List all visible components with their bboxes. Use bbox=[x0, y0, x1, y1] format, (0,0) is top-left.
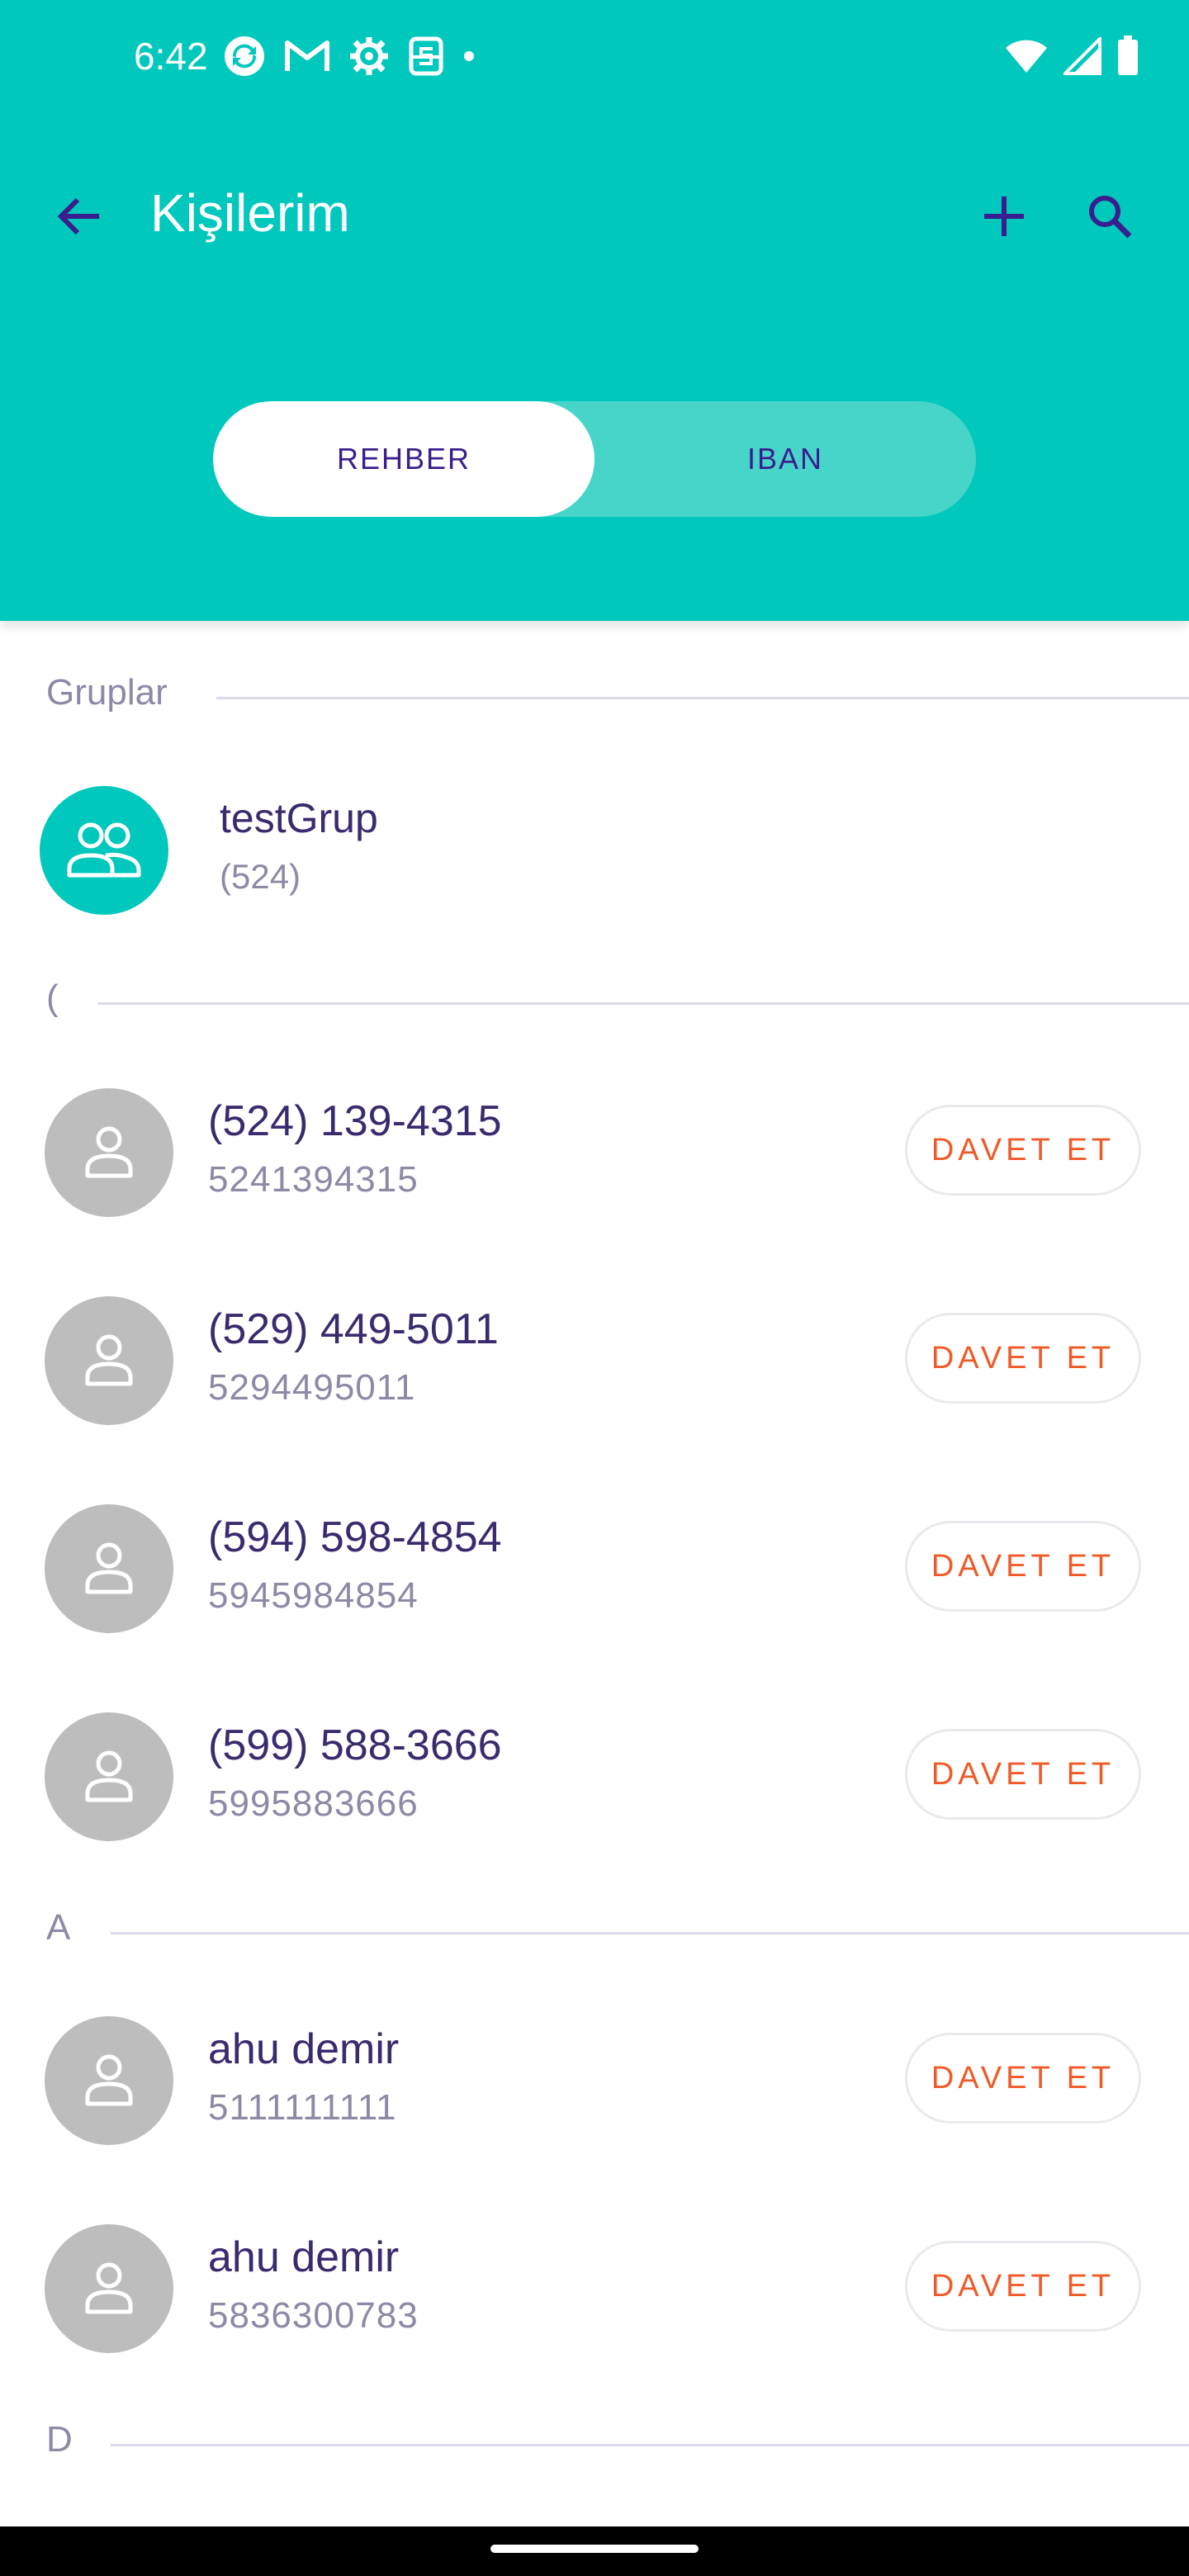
person-icon bbox=[79, 2257, 139, 2321]
avatar bbox=[45, 1504, 173, 1633]
group-name: testGrup bbox=[220, 795, 378, 841]
sync-icon bbox=[223, 35, 266, 82]
search-icon bbox=[1085, 192, 1135, 245]
notification-icons bbox=[223, 33, 476, 83]
contact-row[interactable]: (599) 588-3666 5995883666 DAVET ET bbox=[0, 1698, 1189, 1863]
arrow-left-icon bbox=[53, 190, 106, 247]
section-label: Gruplar bbox=[46, 672, 168, 713]
section-label: A bbox=[46, 1907, 71, 1948]
person-icon bbox=[79, 1537, 139, 1601]
gmail-icon bbox=[284, 38, 330, 78]
contact-row[interactable]: ahu demir 5836300783 DAVET ET bbox=[0, 2209, 1189, 2375]
contact-phone: 5995883666 bbox=[208, 1783, 419, 1824]
back-button[interactable] bbox=[45, 183, 114, 253]
section-header-groups: Gruplar bbox=[0, 661, 1189, 727]
person-icon bbox=[79, 1121, 139, 1185]
toolbar: Kişilerim bbox=[0, 149, 1189, 281]
avatar bbox=[45, 2016, 173, 2145]
contact-name: (599) 588-3666 bbox=[208, 1721, 502, 1769]
section-header-paren: ( bbox=[0, 966, 1189, 1032]
page-title: Kişilerim bbox=[150, 183, 350, 243]
group-icon bbox=[63, 816, 145, 886]
section-header-d: D bbox=[0, 2408, 1189, 2474]
group-avatar bbox=[40, 786, 168, 915]
contact-row[interactable]: ahu demir 5111111111 DAVET ET bbox=[0, 2001, 1189, 2166]
app-header: 6:42 Kişilerim REHBER IBAN bbox=[0, 0, 1189, 621]
invite-button[interactable]: DAVET ET bbox=[905, 1729, 1141, 1820]
add-contact-button[interactable] bbox=[969, 183, 1039, 253]
dot-icon bbox=[462, 50, 476, 67]
search-button[interactable] bbox=[1075, 183, 1144, 253]
contact-name: ahu demir bbox=[208, 2025, 400, 2073]
wifi-icon bbox=[1004, 38, 1049, 78]
contact-name: (594) 598-4854 bbox=[208, 1513, 502, 1561]
invite-button[interactable]: DAVET ET bbox=[905, 1521, 1141, 1612]
contact-name: ahu demir bbox=[208, 2233, 400, 2281]
group-count: (524) bbox=[220, 857, 301, 896]
invite-button[interactable]: DAVET ET bbox=[905, 2241, 1141, 2332]
contact-phone: 5294495011 bbox=[208, 1367, 416, 1408]
section-label: D bbox=[46, 2419, 73, 2460]
section-divider bbox=[216, 697, 1189, 699]
system-icons bbox=[1004, 33, 1139, 83]
home-handle[interactable] bbox=[490, 2545, 699, 2553]
person-icon bbox=[79, 1329, 139, 1393]
contact-phone: 5241394315 bbox=[208, 1159, 419, 1200]
contact-row[interactable]: (529) 449-5011 5294495011 DAVET ET bbox=[0, 1281, 1189, 1447]
status-time: 6:42 bbox=[134, 35, 208, 78]
person-icon bbox=[79, 1745, 139, 1809]
avatar bbox=[45, 2224, 173, 2353]
signal-icon bbox=[1061, 34, 1101, 79]
contact-phone: 5945984854 bbox=[208, 1575, 419, 1616]
s-icon bbox=[408, 36, 444, 81]
invite-button[interactable]: DAVET ET bbox=[905, 2033, 1141, 2124]
navigation-bar bbox=[0, 2526, 1189, 2576]
section-label: ( bbox=[46, 978, 59, 1018]
contact-row[interactable]: (524) 139-4315 5241394315 DAVET ET bbox=[0, 1073, 1189, 1238]
contact-name: (524) 139-4315 bbox=[208, 1097, 502, 1145]
segmented-control: REHBER IBAN bbox=[213, 401, 976, 517]
contact-phone: 5111111111 bbox=[208, 2087, 397, 2128]
section-header-a: A bbox=[0, 1896, 1189, 1962]
invite-button[interactable]: DAVET ET bbox=[905, 1105, 1141, 1196]
tab-rehber[interactable]: REHBER bbox=[213, 401, 594, 517]
contact-phone: 5836300783 bbox=[208, 2295, 419, 2336]
contact-row[interactable]: (594) 598-4854 5945984854 DAVET ET bbox=[0, 1489, 1189, 1655]
avatar bbox=[45, 1296, 173, 1425]
person-icon bbox=[79, 2049, 139, 2113]
section-divider bbox=[97, 1002, 1189, 1005]
avatar bbox=[45, 1088, 173, 1217]
status-bar: 6:42 bbox=[0, 0, 1189, 116]
avatar bbox=[45, 1712, 173, 1841]
section-divider bbox=[111, 1932, 1189, 1934]
settings-icon bbox=[348, 36, 390, 81]
invite-button[interactable]: DAVET ET bbox=[905, 1313, 1141, 1404]
contact-name: (529) 449-5011 bbox=[208, 1305, 499, 1353]
battery-icon bbox=[1116, 35, 1139, 81]
section-divider bbox=[111, 2444, 1189, 2446]
group-item[interactable]: testGrup (524) bbox=[0, 776, 1189, 925]
tab-iban[interactable]: IBAN bbox=[594, 401, 976, 517]
plus-icon bbox=[979, 192, 1029, 245]
